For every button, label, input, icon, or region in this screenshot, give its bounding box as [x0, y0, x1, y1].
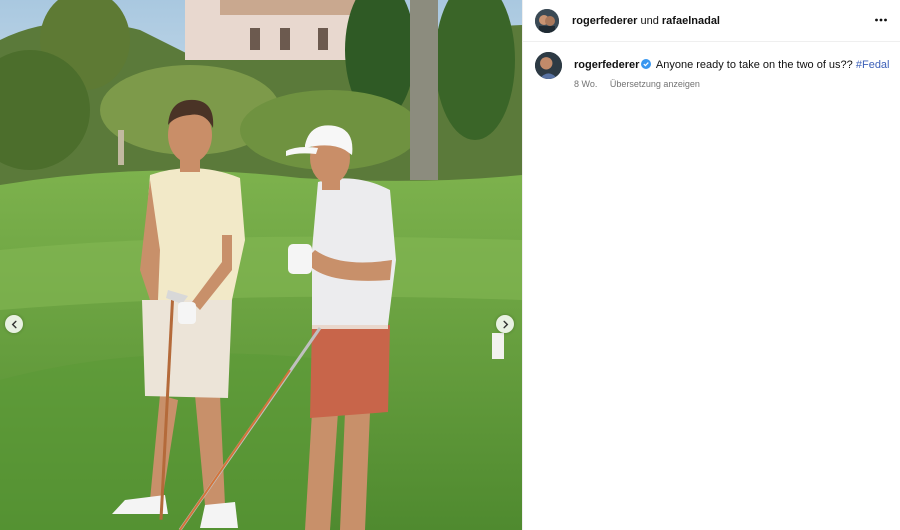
avatar-image: [535, 52, 562, 79]
translate-button[interactable]: Übersetzung anzeigen: [610, 79, 700, 89]
authors-conjunction: und: [640, 14, 659, 27]
carousel-next-button[interactable]: [496, 315, 514, 333]
post-photo[interactable]: [0, 0, 522, 530]
hashtag-link[interactable]: #Fedal: [856, 59, 890, 71]
caption-meta: 8 Wo. Übersetzung anzeigen: [574, 77, 890, 91]
coauthor-username[interactable]: rafaelnadal: [662, 15, 720, 27]
golf-photo: [0, 0, 522, 530]
post-authors: rogerfederer und rafaelnadal: [572, 15, 720, 27]
chevron-left-icon: [11, 320, 17, 328]
avatar-image: [535, 8, 559, 33]
caption-avatar[interactable]: [535, 52, 562, 79]
post-caption: rogerfederer Anyone ready to take on the…: [523, 42, 900, 91]
more-horizontal-icon[interactable]: [874, 13, 888, 27]
avatar[interactable]: [535, 8, 559, 33]
verified-badge-icon: [641, 59, 652, 69]
post-header: rogerfederer und rafaelnadal: [523, 0, 900, 42]
carousel-prev-button[interactable]: [5, 315, 23, 333]
caption-username[interactable]: rogerfederer: [574, 59, 639, 71]
chevron-right-icon: [502, 320, 508, 328]
caption-text: Anyone ready to take on the two of us??: [655, 59, 853, 71]
author-username[interactable]: rogerfederer: [572, 15, 637, 27]
post-side-panel: rogerfederer und rafaelnadal rogerfedere…: [522, 0, 900, 530]
post-age: 8 Wo.: [574, 79, 598, 89]
